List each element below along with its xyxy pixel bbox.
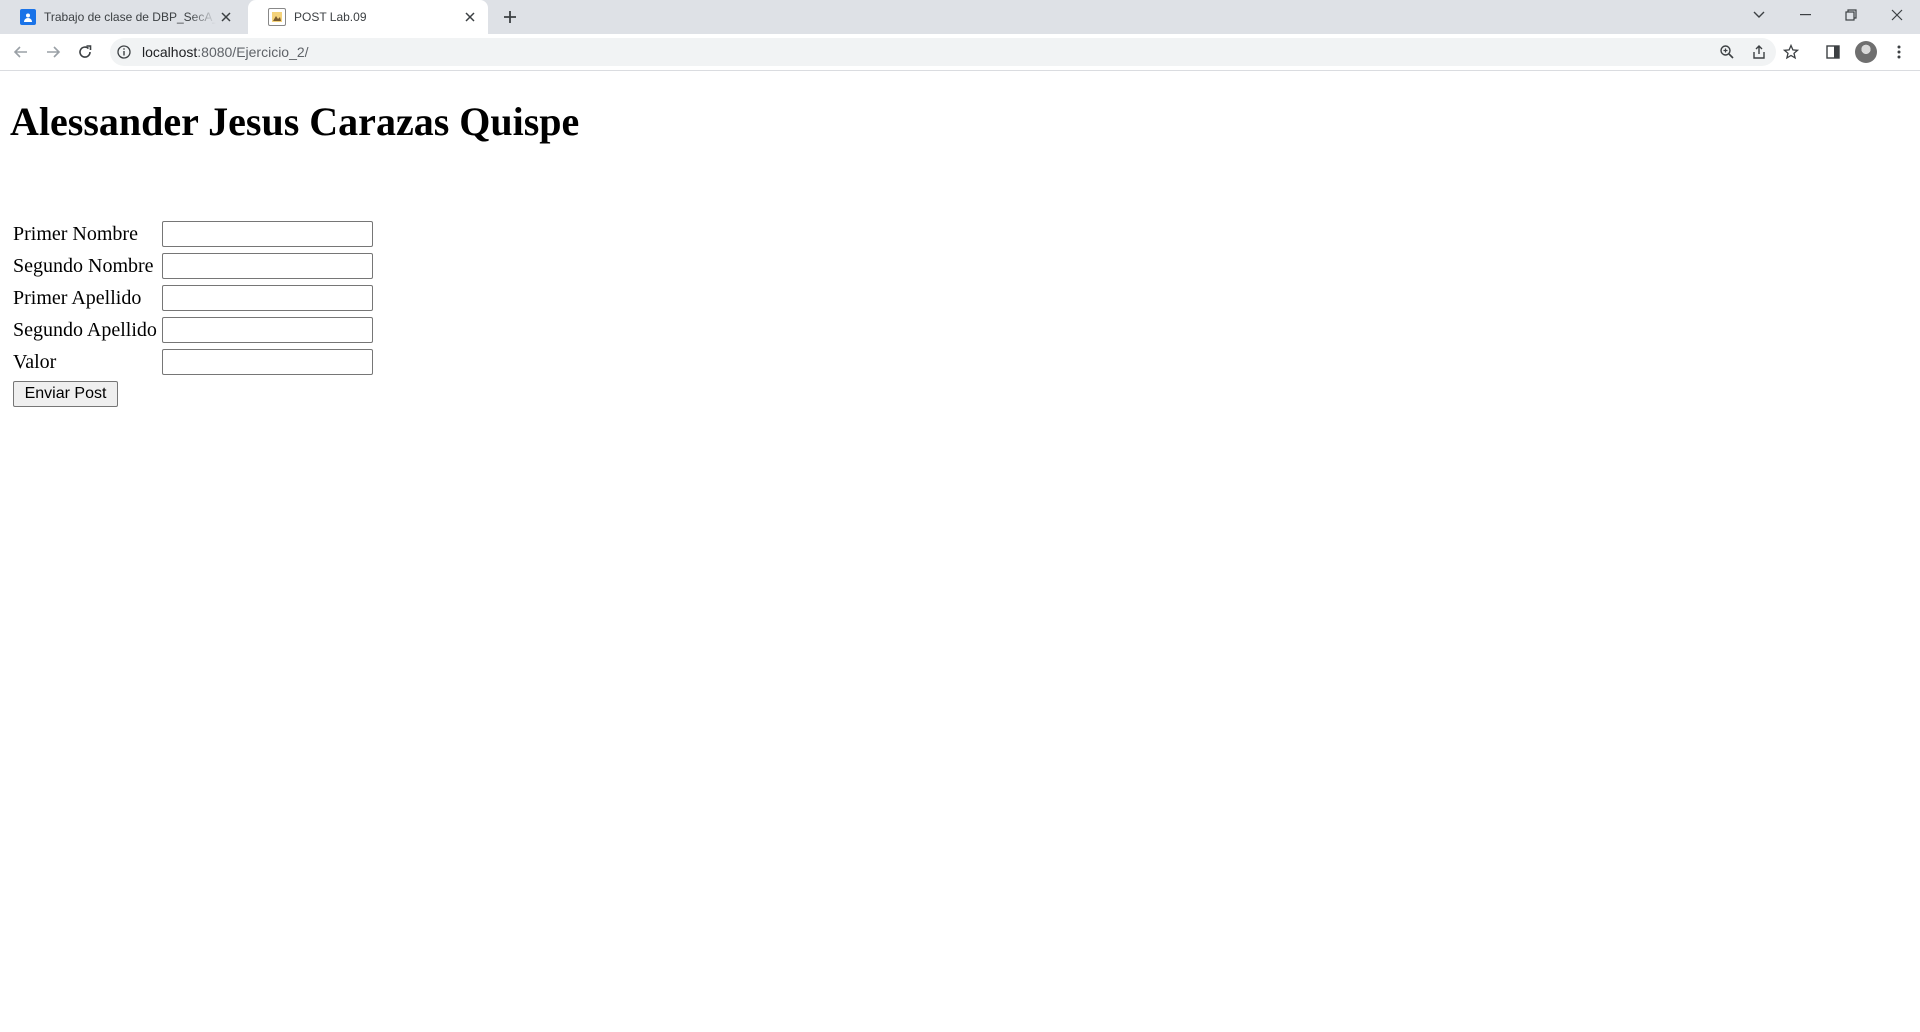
classroom-icon: [20, 9, 36, 25]
close-window-button[interactable]: [1874, 0, 1920, 30]
field-label: Valor: [13, 351, 57, 373]
forward-button[interactable]: [40, 39, 66, 65]
minimize-button[interactable]: [1782, 0, 1828, 30]
field-label: Segundo Nombre: [13, 255, 154, 277]
side-panel-button[interactable]: [1820, 39, 1846, 65]
reload-button[interactable]: [72, 39, 98, 65]
field-label: Primer Nombre: [13, 223, 138, 245]
zoom-icon[interactable]: [1718, 43, 1736, 61]
valor-input[interactable]: [162, 349, 373, 375]
page-title: Alessander Jesus Carazas Quispe: [10, 99, 580, 144]
chevron-down-icon: [1753, 11, 1765, 18]
segundo-nombre-input[interactable]: [162, 253, 373, 279]
side-panel-icon: [1826, 45, 1840, 59]
minimize-icon: [1799, 14, 1811, 16]
page-favicon-icon: [268, 8, 286, 26]
close-tab-icon[interactable]: [460, 7, 480, 27]
url-path: :8080/Ejercicio_2/: [197, 44, 309, 60]
close-tab-icon[interactable]: [216, 7, 236, 27]
field-label: Primer Apellido: [13, 287, 142, 309]
restore-button[interactable]: [1828, 0, 1874, 30]
enviar-post-button[interactable]: Enviar Post: [13, 381, 118, 407]
tab-strip: Trabajo de clase de DBP_SecA_2022 POST L…: [0, 0, 1920, 34]
bookmark-star-icon[interactable]: [1782, 43, 1800, 61]
field-label: Segundo Apellido: [13, 319, 157, 341]
tab-title: POST Lab.09: [294, 10, 367, 24]
arrow-left-icon: [13, 46, 27, 58]
primer-nombre-input[interactable]: [162, 221, 373, 247]
back-button[interactable]: [8, 39, 34, 65]
browser-toolbar: localhost:8080/Ejercicio_2/: [0, 34, 1920, 71]
page-content: Alessander Jesus Carazas Quispe Primer N…: [0, 71, 1920, 1032]
tab-post-lab[interactable]: POST Lab.09: [248, 0, 488, 34]
tab-classroom[interactable]: Trabajo de clase de DBP_SecA_2022: [0, 0, 244, 34]
site-info-icon[interactable]: [116, 44, 132, 60]
restore-icon: [1845, 9, 1857, 21]
more-vert-icon: [1897, 45, 1901, 59]
url-host: localhost: [142, 44, 198, 60]
segundo-apellido-input[interactable]: [162, 317, 373, 343]
address-bar[interactable]: localhost:8080/Ejercicio_2/: [110, 38, 1799, 66]
new-tab-button[interactable]: [498, 5, 522, 29]
share-icon[interactable]: [1750, 43, 1768, 61]
profile-avatar[interactable]: [1855, 41, 1877, 63]
close-icon: [1891, 9, 1903, 21]
arrow-right-icon: [47, 46, 61, 58]
url-text[interactable]: localhost:8080/Ejercicio_2/: [142, 38, 309, 66]
primer-apellido-input[interactable]: [162, 285, 373, 311]
reload-icon: [79, 45, 92, 58]
plus-icon: [504, 11, 516, 23]
menu-button[interactable]: [1886, 39, 1912, 65]
tab-search-button[interactable]: [1736, 0, 1782, 30]
tab-title: Trabajo de clase de DBP_SecA_2022: [44, 10, 216, 24]
